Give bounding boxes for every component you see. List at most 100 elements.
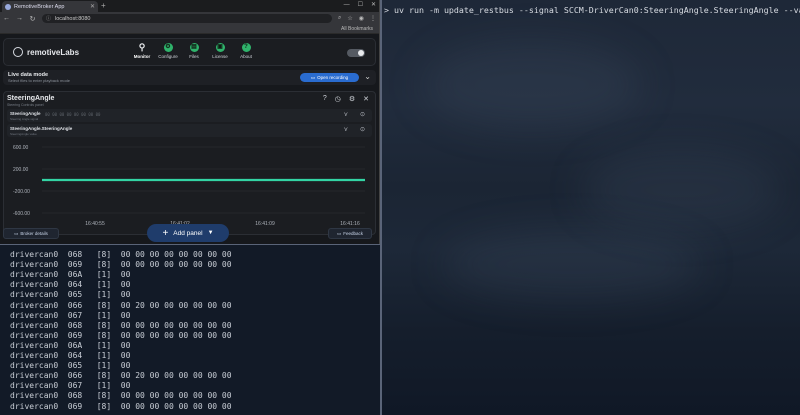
y-tick-label: 600.00 (13, 145, 29, 151)
candump-line: drivercan0 067 [1] 00 (10, 310, 131, 320)
signal-row[interactable]: SteeringAngle Steering Angle signal 00 0… (7, 109, 372, 122)
y-tick-label: 200.00 (13, 167, 29, 173)
nav-monitor[interactable]: ⚲ Monitor (132, 42, 152, 60)
plus-icon: + (162, 227, 169, 239)
bookmarks-bar: All Bookmarks (0, 25, 379, 34)
feedback-icon: ▭ (336, 230, 342, 236)
command-line: > uv run -m update_restbus --signal SCCM… (384, 5, 800, 15)
back-icon[interactable]: ← (3, 15, 10, 22)
broker-details-button[interactable]: ▭ Broker details (3, 228, 59, 239)
logo-icon (13, 47, 23, 57)
steering-angle-chart: 600.00 200.00 -200.00 -600.00 16:40:55 16:41:… (7, 139, 372, 231)
candump-line: drivercan0 069 [8] 00 00 00 00 00 00 00 … (10, 260, 232, 270)
candump-line: drivercan0 064 [1] 00 (10, 351, 131, 360)
signal-name: SteeringAngle (10, 111, 41, 116)
bottom-bar: ▭ Broker details + Add panel ▼ ▭ Feedbac… (0, 223, 379, 244)
candump-line: drivercan0 06A [1] 00 (10, 270, 131, 280)
candump-line: drivercan0 066 [8] 00 20 00 00 00 00 00 … (10, 371, 232, 381)
minimize-icon[interactable]: — (344, 0, 350, 11)
close-window-icon[interactable]: ✕ (371, 0, 376, 11)
close-tab-icon[interactable]: ✕ (90, 3, 95, 10)
chevron-down-icon[interactable]: ⌄ (364, 72, 371, 81)
filter-icon[interactable]: ⋎ (344, 126, 348, 133)
more-icon[interactable]: ⊙ (360, 111, 365, 118)
candump-line: drivercan0 065 [1] 00 (10, 290, 131, 300)
candump-line: drivercan0 069 [8] 00 00 00 00 00 00 00 … (10, 401, 232, 411)
candump-line: drivercan0 066 [8] 00 20 00 00 00 00 00 … (10, 300, 232, 310)
nav-label: Monitor (133, 54, 151, 59)
theme-toggle[interactable] (347, 49, 365, 57)
site-info-icon[interactable]: ⓘ (46, 15, 51, 22)
signal-sub: Steering Angle signal (10, 116, 39, 121)
zoom-icon[interactable]: ⌕ (338, 15, 341, 22)
pane-divider-horizontal[interactable] (0, 244, 380, 245)
nav-label: Configure (158, 54, 178, 59)
panel-title: SteeringAngle (7, 95, 55, 102)
browser-window: RemotiveBroker App ✕ + — ☐ ✕ ← → ↻ ⓘ loc… (0, 0, 380, 244)
address-bar: ← → ↻ ⓘ localhost:8080 ⌕ ☆ ◉ ⋮ (0, 12, 379, 25)
favicon-icon (5, 3, 11, 10)
toggle-knob (358, 50, 364, 56)
panel-subtitle: Steering Controls panel (7, 103, 44, 107)
bookmark-star-icon[interactable]: ☆ (347, 15, 352, 22)
folder-icon: ▭ (310, 74, 316, 80)
open-recording-label: Open recording (317, 75, 349, 80)
command-text: > uv run -m update_restbus --signal SCCM… (384, 5, 800, 15)
nav-files[interactable]: ▤ Files (184, 43, 204, 59)
candump-line: drivercan0 06A [1] 00 (10, 340, 131, 350)
nav-label: License (212, 54, 228, 59)
nav-label: Files (189, 54, 199, 59)
nav-license[interactable]: ▣ License (210, 43, 230, 59)
app-navbar: remotiveLabs ⚲ Monitor ⚙ Configure ▤ Fil… (3, 38, 376, 66)
reload-icon[interactable]: ↻ (29, 15, 36, 23)
candump-line: drivercan0 065 [1] 00 (10, 361, 131, 371)
signal-panel: SteeringAngle Steering Controls panel ? … (3, 91, 376, 235)
signal-sub: SteeringAngle value (10, 131, 37, 136)
open-recording-button[interactable]: ▭ Open recording (300, 73, 359, 82)
feedback-label: Feedback (343, 231, 364, 236)
filter-icon[interactable]: ⋎ (344, 111, 348, 118)
settings-icon[interactable]: ⚙ (349, 95, 355, 103)
caret-down-icon: ▼ (207, 230, 214, 236)
feedback-button[interactable]: ▭ Feedback (328, 228, 372, 239)
candump-terminal[interactable]: drivercan0 068 [8] 00 00 00 00 00 00 00 … (0, 245, 380, 415)
url-input[interactable]: ⓘ localhost:8080 (42, 14, 332, 23)
nav-about[interactable]: ? About (236, 43, 256, 59)
history-icon[interactable]: ◷ (335, 95, 341, 103)
signal-row[interactable]: SteeringAngle.SteeringAngle SteeringAngl… (7, 124, 372, 137)
close-panel-icon[interactable]: ✕ (363, 95, 369, 103)
menu-icon[interactable]: ⋮ (370, 15, 376, 22)
y-tick-label: -200.00 (13, 189, 30, 195)
more-icon[interactable]: ⊙ (360, 126, 365, 133)
nav-configure[interactable]: ⚙ Configure (158, 43, 178, 59)
license-icon: ▣ (215, 43, 225, 52)
candump-line: drivercan0 068 [8] 00 00 00 00 00 00 00 … (10, 391, 232, 401)
tab-title: RemotiveBroker App (14, 3, 65, 10)
forward-icon[interactable]: → (16, 15, 23, 22)
signal-name: SteeringAngle.SteeringAngle (10, 126, 73, 131)
y-tick-label: -600.00 (13, 211, 30, 217)
candump-line: drivercan0 069 [8] 00 00 00 00 00 00 00 … (10, 330, 232, 340)
broker-details-label: Broker details (20, 231, 48, 236)
live-mode-bar: Live data mode Select files to enter pla… (3, 70, 376, 85)
nav-label: About (240, 54, 252, 59)
add-panel-button[interactable]: + Add panel ▼ (147, 224, 229, 242)
all-bookmarks-link[interactable]: All Bookmarks (341, 26, 373, 32)
browser-tab[interactable]: RemotiveBroker App ✕ (2, 1, 98, 12)
chart-svg: 600.00200.00-200.00-600.0016:40:55 16:41:… (13, 145, 365, 227)
candump-line: drivercan0 064 [1] 00 (10, 280, 131, 290)
app-page: remotiveLabs ⚲ Monitor ⚙ Configure ▤ Fil… (0, 34, 379, 244)
candump-line: drivercan0 068 [8] 00 00 00 00 00 00 00 … (10, 250, 232, 259)
monitor-icon: ⚲ (138, 42, 146, 52)
new-tab-icon[interactable]: + (101, 1, 106, 11)
signal-hex: 00 00 00 00 00 00 00 00 (45, 112, 101, 117)
command-terminal[interactable]: > uv run -m update_restbus --signal SCCM… (382, 0, 800, 415)
help-icon[interactable]: ? (323, 95, 327, 103)
about-icon: ? (241, 43, 251, 52)
url-text: localhost:8080 (55, 15, 91, 22)
candump-line: drivercan0 067 [1] 00 (10, 381, 131, 391)
add-panel-label: Add panel (173, 229, 203, 237)
logo-text: remotiveLabs (27, 47, 80, 57)
profile-icon[interactable]: ◉ (359, 15, 364, 22)
maximize-icon[interactable]: ☐ (358, 0, 363, 11)
